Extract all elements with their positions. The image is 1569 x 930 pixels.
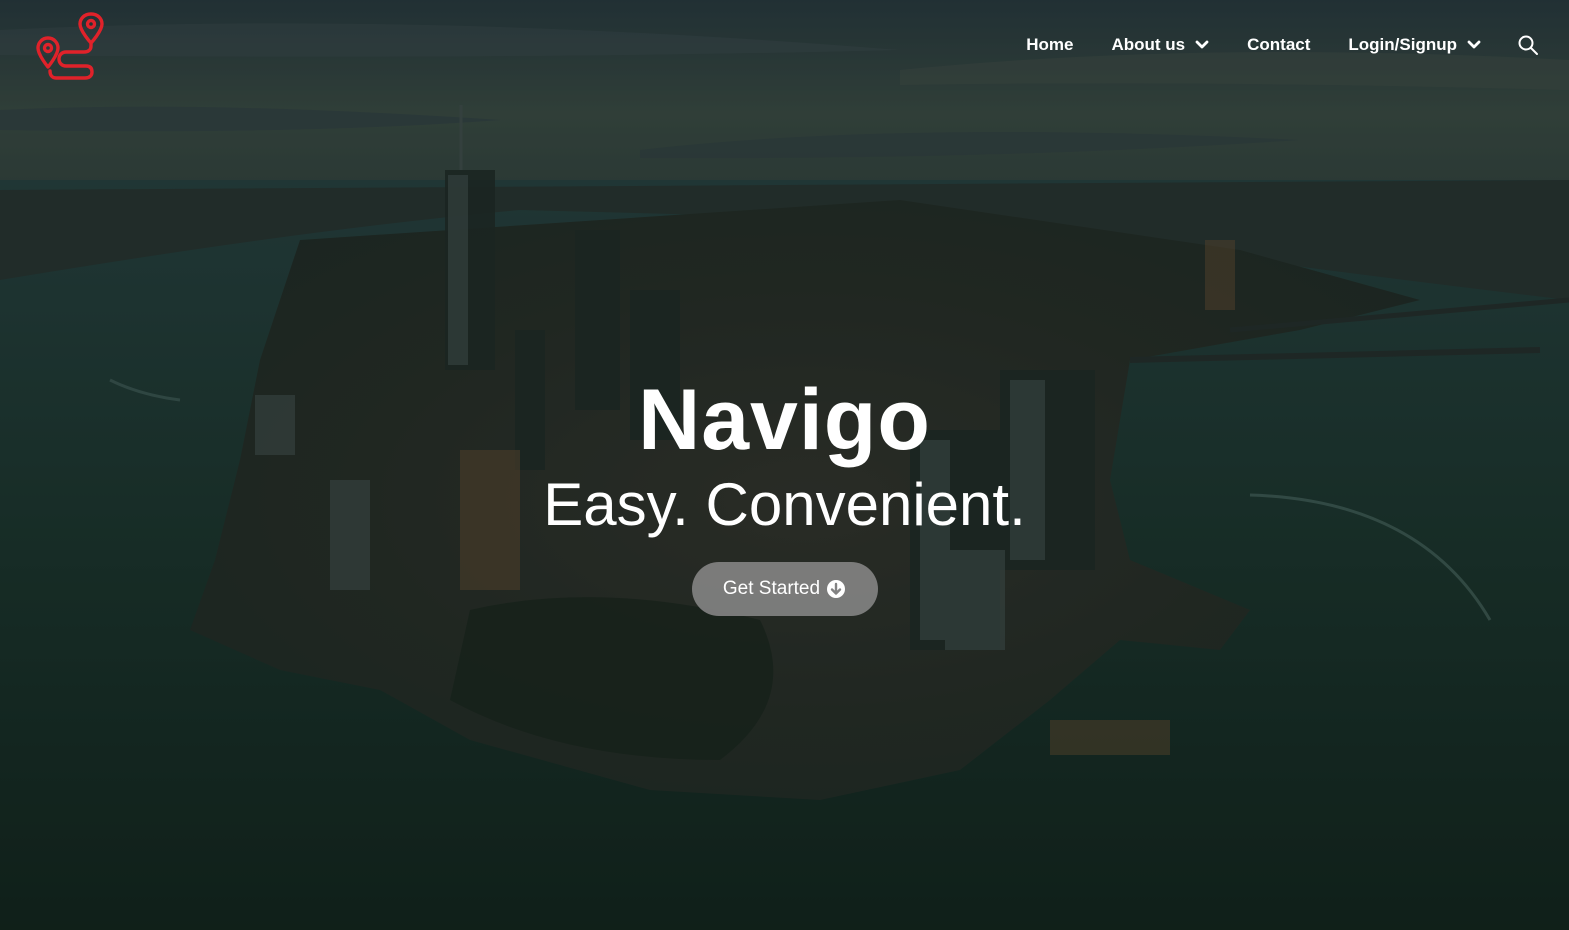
nav-item-label: Home (1026, 35, 1074, 54)
route-pin-icon (36, 12, 104, 80)
get-started-label: Get Started (722, 578, 821, 599)
chevron-down-icon (1467, 40, 1481, 49)
get-started-button[interactable]: Get Started (691, 562, 878, 616)
arrow-down-circle-icon (827, 580, 846, 598)
nav-item-label: Login/Signup (1348, 35, 1457, 54)
nav-item-label: About us (1111, 35, 1186, 54)
site-header: Home About us Contact Login/Signup (0, 0, 1569, 90)
logo[interactable] (34, 10, 106, 82)
nav-item-login-signup[interactable]: Login/Signup (1348, 35, 1481, 55)
hero-section: Home About us Contact Login/Signup Navig… (0, 0, 1569, 930)
chevron-down-icon (1195, 40, 1209, 49)
hero-content: Navigo Easy. Convenient. Get Started (0, 370, 1569, 616)
nav-item-about-us[interactable]: About us (1111, 35, 1209, 55)
nav-item-label: Contact (1247, 35, 1311, 54)
nav-item-home[interactable]: Home (1026, 35, 1073, 55)
search-icon[interactable] (1517, 34, 1539, 56)
hero-title: Navigo (638, 372, 931, 468)
main-nav: Home About us Contact Login/Signup (988, 30, 1539, 60)
hero-subtitle: Easy. Convenient. (543, 471, 1026, 538)
nav-item-contact[interactable]: Contact (1247, 35, 1310, 55)
